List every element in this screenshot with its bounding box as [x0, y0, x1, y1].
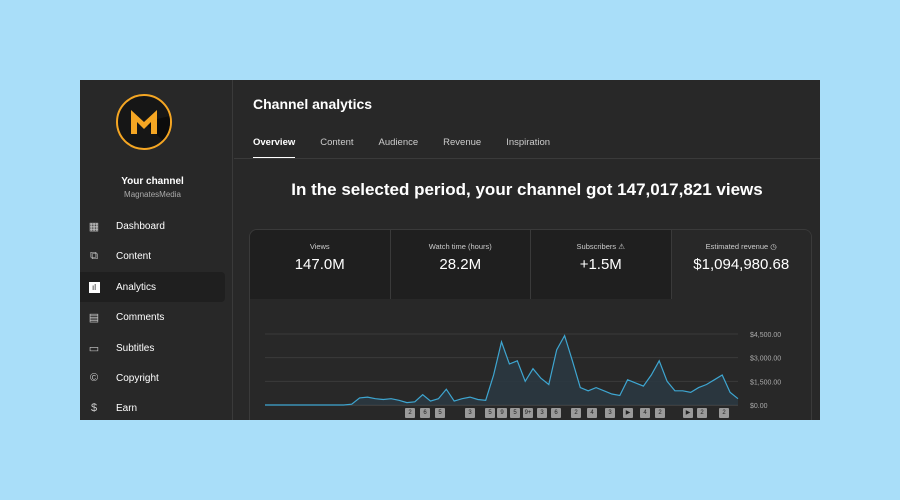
video-marker[interactable]: 3 — [537, 408, 547, 418]
sidebar-item-copyright[interactable]: © Copyright — [80, 363, 225, 393]
video-marker[interactable]: 5 — [510, 408, 520, 418]
metric-estimated-revenue[interactable]: Estimated revenue ◷ $1,094,980.68 — [671, 230, 811, 299]
video-marker[interactable]: 9+ — [523, 408, 533, 418]
video-marker[interactable]: ▶ — [683, 408, 693, 418]
y-tick-label: $4,500.00 — [750, 332, 781, 339]
video-marker[interactable]: 9 — [497, 408, 507, 418]
metric-value: 28.2M — [439, 256, 482, 273]
tab-audience[interactable]: Audience — [379, 137, 419, 159]
y-tick-label: $1,500.00 — [750, 379, 781, 386]
sidebar-item-label: Analytics — [116, 281, 157, 293]
copyright-icon: © — [89, 372, 99, 384]
video-marker[interactable]: ▶ — [623, 408, 633, 418]
tab-bar: Overview Content Audience Revenue Inspir… — [253, 137, 550, 159]
sidebar-item-subtitles[interactable]: ▭ Subtitles — [80, 333, 225, 363]
comments-icon: ▤ — [88, 311, 100, 324]
revenue-chart: $4,500.00 $3,000.00 $1,500.00 $0.00 — [265, 332, 781, 410]
sidebar-item-analytics[interactable]: ıl Analytics — [80, 272, 225, 302]
main-content: Channel analytics Overview Content Audie… — [234, 80, 820, 420]
metrics-card: Views 147.0M Watch time (hours) 28.2M Subs… — [249, 229, 812, 420]
y-tick-label: $3,000.00 — [750, 356, 781, 363]
channel-title: Your channel — [121, 176, 184, 187]
metric-value: 147.0M — [294, 256, 345, 273]
video-marker[interactable]: 6 — [420, 408, 430, 418]
sidebar-item-comments[interactable]: ▤ Comments — [80, 302, 225, 332]
studio-window: Your channel MagnatesMedia ▦ Dashboard ⧉ C… — [80, 80, 820, 420]
video-marker[interactable]: 2 — [697, 408, 707, 418]
video-marker[interactable]: 4 — [587, 408, 597, 418]
sidebar-item-dashboard[interactable]: ▦ Dashboard — [80, 211, 225, 241]
video-marker[interactable]: 3 — [605, 408, 615, 418]
tab-revenue[interactable]: Revenue — [443, 137, 481, 159]
metric-label: Subscribers — [576, 242, 617, 251]
metric-label: Watch time (hours) — [428, 242, 492, 251]
sidebar-item-label: Earn — [116, 402, 138, 414]
earn-icon: $ — [90, 402, 98, 414]
metric-label: Views — [309, 242, 330, 251]
page-title: Channel analytics — [253, 96, 373, 112]
sidebar-item-label: Comments — [116, 311, 165, 323]
sidebar-item-label: Subtitles — [116, 342, 155, 354]
sidebar-item-content[interactable]: ⧉ Content — [80, 241, 225, 271]
metric-views[interactable]: Views 147.0M — [250, 230, 391, 299]
metric-label: Estimated revenue — [705, 242, 769, 251]
video-marker[interactable]: 5 — [435, 408, 445, 418]
video-marker[interactable]: 2 — [719, 408, 729, 418]
revenue-area — [265, 335, 738, 405]
subtitles-icon: ▭ — [88, 342, 100, 355]
sidebar-item-label: Copyright — [116, 372, 159, 384]
tab-inspiration[interactable]: Inspiration — [506, 137, 550, 159]
video-marker[interactable]: 3 — [465, 408, 475, 418]
channel-avatar[interactable] — [116, 94, 172, 150]
video-marker[interactable]: 4 — [640, 408, 650, 418]
sidebar-item-label: Content — [116, 250, 152, 262]
metric-subscribers[interactable]: Subscribers ⚠ +1.5M — [531, 230, 672, 299]
clock-icon: ◷ — [770, 242, 777, 251]
views-headline: In the selected period, your channel got… — [291, 180, 763, 199]
metric-watch-time[interactable]: Watch time (hours) 28.2M — [390, 230, 531, 299]
content-icon: ⧉ — [90, 249, 98, 262]
channel-name: MagnatesMedia — [124, 190, 181, 199]
sidebar-item-label: Dashboard — [116, 220, 165, 232]
metric-value: $1,094,980.68 — [693, 256, 790, 273]
tab-content[interactable]: Content — [320, 137, 353, 159]
video-marker[interactable]: 2 — [571, 408, 581, 418]
tab-divider — [234, 158, 820, 159]
y-tick-label: $0.00 — [750, 403, 768, 410]
metric-value: +1.5M — [579, 256, 622, 273]
analytics-icon: ıl — [87, 280, 101, 294]
video-marker[interactable]: 2 — [655, 408, 665, 418]
warning-icon: ⚠ — [618, 242, 625, 251]
tab-overview[interactable]: Overview — [253, 137, 296, 159]
sidebar: Your channel MagnatesMedia ▦ Dashboard ⧉ C… — [80, 80, 233, 420]
video-marker[interactable]: 5 — [485, 408, 495, 418]
dashboard-icon: ▦ — [88, 220, 100, 233]
sidebar-item-earn[interactable]: $ Earn — [80, 393, 225, 420]
video-marker[interactable]: 6 — [551, 408, 561, 418]
video-marker[interactable]: 2 — [405, 408, 415, 418]
